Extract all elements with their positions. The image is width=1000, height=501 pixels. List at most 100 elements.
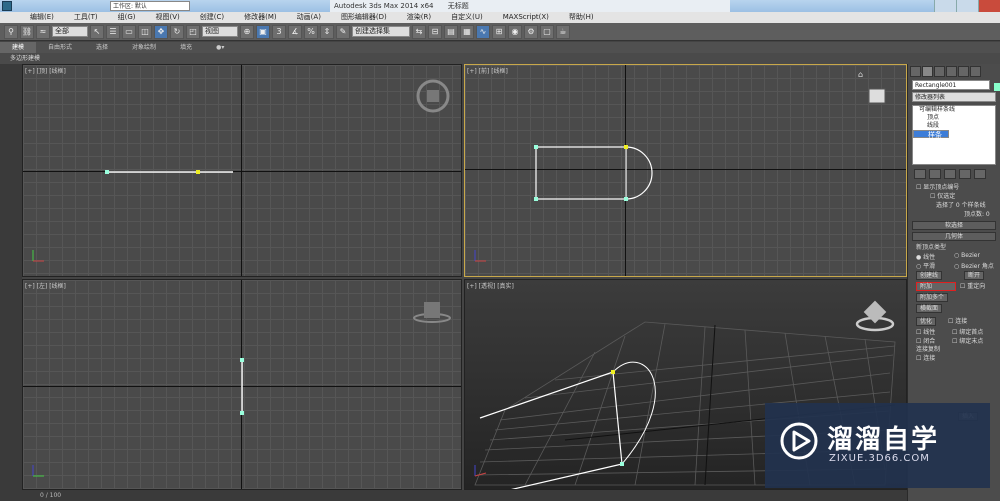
- soft-selection-rollout[interactable]: 软选择: [912, 221, 996, 230]
- modifier-list-dropdown[interactable]: 修改器列表: [912, 92, 996, 102]
- viewcube-icon[interactable]: [424, 302, 440, 318]
- cross-section-button[interactable]: 横截面: [916, 304, 943, 313]
- vertex-handle[interactable]: [196, 170, 200, 174]
- bind-last-checkbox[interactable]: ☐ 绑定末点: [952, 336, 998, 345]
- menu-edit[interactable]: 编辑(E): [20, 12, 64, 23]
- unlink-icon[interactable]: ⛓: [20, 24, 34, 39]
- reorient-checkbox[interactable]: ☐ 重定向: [960, 283, 985, 290]
- stack-item[interactable]: 可编辑样条线: [913, 106, 995, 114]
- menu-customize[interactable]: 自定义(U): [441, 12, 493, 23]
- angle-snap-icon[interactable]: ∡: [288, 24, 302, 39]
- make-unique-icon[interactable]: [944, 169, 956, 179]
- bind-spacewarp-icon[interactable]: ≈: [36, 24, 50, 39]
- time-slider[interactable]: 0 / 100: [0, 490, 907, 501]
- vertex-handle[interactable]: [534, 145, 538, 149]
- home-icon[interactable]: ⌂: [858, 70, 863, 79]
- vertex-handle[interactable]: [534, 197, 538, 201]
- window-crossing-icon[interactable]: ◫: [138, 24, 152, 39]
- menu-views[interactable]: 视图(V): [146, 12, 190, 23]
- viewport-top[interactable]: [+] [顶] [线框]: [22, 64, 462, 277]
- menu-group[interactable]: 组(G): [108, 12, 146, 23]
- minimize-button[interactable]: [934, 0, 956, 12]
- align-icon[interactable]: ⊟: [428, 24, 442, 39]
- select-by-name-icon[interactable]: ☰: [106, 24, 120, 39]
- modify-tab-icon[interactable]: [922, 66, 933, 77]
- utilities-tab-icon[interactable]: [970, 66, 981, 77]
- percent-snap-icon[interactable]: %: [304, 24, 318, 39]
- material-editor-icon[interactable]: ◉: [508, 24, 522, 39]
- spinner-snap-icon[interactable]: ⇕: [320, 24, 334, 39]
- viewport-left[interactable]: [+] [左] [线框]: [22, 279, 462, 490]
- menu-graph-editors[interactable]: 图形编辑器(D): [331, 12, 397, 23]
- curve-editor-icon[interactable]: ∿: [476, 24, 490, 39]
- closed-checkbox[interactable]: ☐ 闭合: [916, 336, 952, 345]
- vertex-handle[interactable]: [240, 358, 244, 362]
- ref-coord-select[interactable]: 视图: [202, 26, 238, 37]
- selection-filter[interactable]: 全部: [52, 26, 88, 37]
- geometry-rollout[interactable]: 几何体: [912, 232, 996, 241]
- selected-only-checkbox[interactable]: ☐ 仅选定: [908, 192, 1000, 201]
- bind-first-checkbox[interactable]: ☐ 绑定首点: [952, 327, 998, 336]
- tab-populate[interactable]: 填充: [168, 42, 204, 53]
- viewcube-icon[interactable]: [868, 88, 886, 104]
- menu-maxscript[interactable]: MAXScript(X): [493, 12, 559, 23]
- workspace-select[interactable]: 工作区: 默认: [110, 1, 190, 11]
- radio-linear[interactable]: ● 线性: [916, 252, 954, 261]
- edit-named-sel-icon[interactable]: ✎: [336, 24, 350, 39]
- layer-manager-icon[interactable]: ▤: [444, 24, 458, 39]
- viewcube-icon[interactable]: [863, 300, 887, 324]
- vertex-handle[interactable]: [624, 197, 628, 201]
- polygon-modeling-panel[interactable]: 多边形建模: [0, 53, 1000, 64]
- object-name-field[interactable]: Rectangle001: [912, 80, 990, 90]
- tab-modeling[interactable]: 建模: [0, 42, 37, 53]
- pin-stack-icon[interactable]: [914, 169, 926, 179]
- menu-rendering[interactable]: 渲染(R): [397, 12, 441, 23]
- render-setup-icon[interactable]: ⚙: [524, 24, 538, 39]
- pivot-center-icon[interactable]: ⊕: [240, 24, 254, 39]
- display-tab-icon[interactable]: [958, 66, 969, 77]
- object-color-swatch[interactable]: [994, 83, 1000, 91]
- select-manipulate-icon[interactable]: ▣: [256, 24, 270, 39]
- refine-button[interactable]: 优化: [916, 317, 937, 326]
- render-icon[interactable]: ☕: [556, 24, 570, 39]
- rect-selection-icon[interactable]: ▭: [122, 24, 136, 39]
- mirror-icon[interactable]: ⇆: [412, 24, 426, 39]
- maximize-button[interactable]: [956, 0, 978, 12]
- connect-checkbox[interactable]: ☐ 连接: [948, 318, 967, 325]
- tab-freeform[interactable]: 自由形式: [36, 42, 84, 53]
- attach-multiple-button[interactable]: 附加多个: [916, 293, 949, 302]
- rendered-frame-icon[interactable]: ▢: [540, 24, 554, 39]
- stack-item[interactable]: 顶点: [913, 114, 995, 122]
- ribbon-options-icon[interactable]: ●▾: [204, 42, 236, 53]
- select-rotate-icon[interactable]: ↻: [170, 24, 184, 39]
- radio-bezier[interactable]: ○ Bezier: [954, 252, 994, 261]
- menu-create[interactable]: 创建(C): [190, 12, 234, 23]
- vertex-handle[interactable]: [620, 462, 624, 466]
- refine-linear-checkbox[interactable]: ☐ 线性: [916, 327, 952, 336]
- attach-button[interactable]: 附加: [916, 282, 956, 291]
- select-object-icon[interactable]: ↖: [90, 24, 104, 39]
- tab-object-paint[interactable]: 对象绘制: [120, 42, 168, 53]
- vertex-handle[interactable]: [611, 370, 615, 374]
- stack-item-selected[interactable]: 样条线: [913, 130, 949, 147]
- menu-help[interactable]: 帮助(H): [559, 12, 604, 23]
- create-line-button[interactable]: 创建线: [916, 271, 943, 280]
- menu-modifiers[interactable]: 修改器(M): [234, 12, 287, 23]
- viewcube-icon[interactable]: [427, 90, 439, 102]
- hierarchy-tab-icon[interactable]: [934, 66, 945, 77]
- menu-animation[interactable]: 动画(A): [287, 12, 331, 23]
- link-icon[interactable]: ⚲: [4, 24, 18, 39]
- select-move-icon[interactable]: ✥: [154, 24, 168, 39]
- radio-bezier-corner[interactable]: ○ Bezier 角点: [954, 261, 1000, 270]
- vertex-handle[interactable]: [240, 411, 244, 415]
- graphite-toggle-icon[interactable]: ▦: [460, 24, 474, 39]
- snaps-toggle-icon[interactable]: 3: [272, 24, 286, 39]
- break-button[interactable]: 断开: [963, 271, 984, 280]
- vertex-handle[interactable]: [624, 145, 628, 149]
- close-button[interactable]: [978, 0, 1000, 12]
- tab-selection[interactable]: 选择: [84, 42, 120, 53]
- remove-modifier-icon[interactable]: [959, 169, 971, 179]
- motion-tab-icon[interactable]: [946, 66, 957, 77]
- stack-item[interactable]: 线段: [913, 122, 995, 130]
- app-icon[interactable]: [2, 1, 12, 11]
